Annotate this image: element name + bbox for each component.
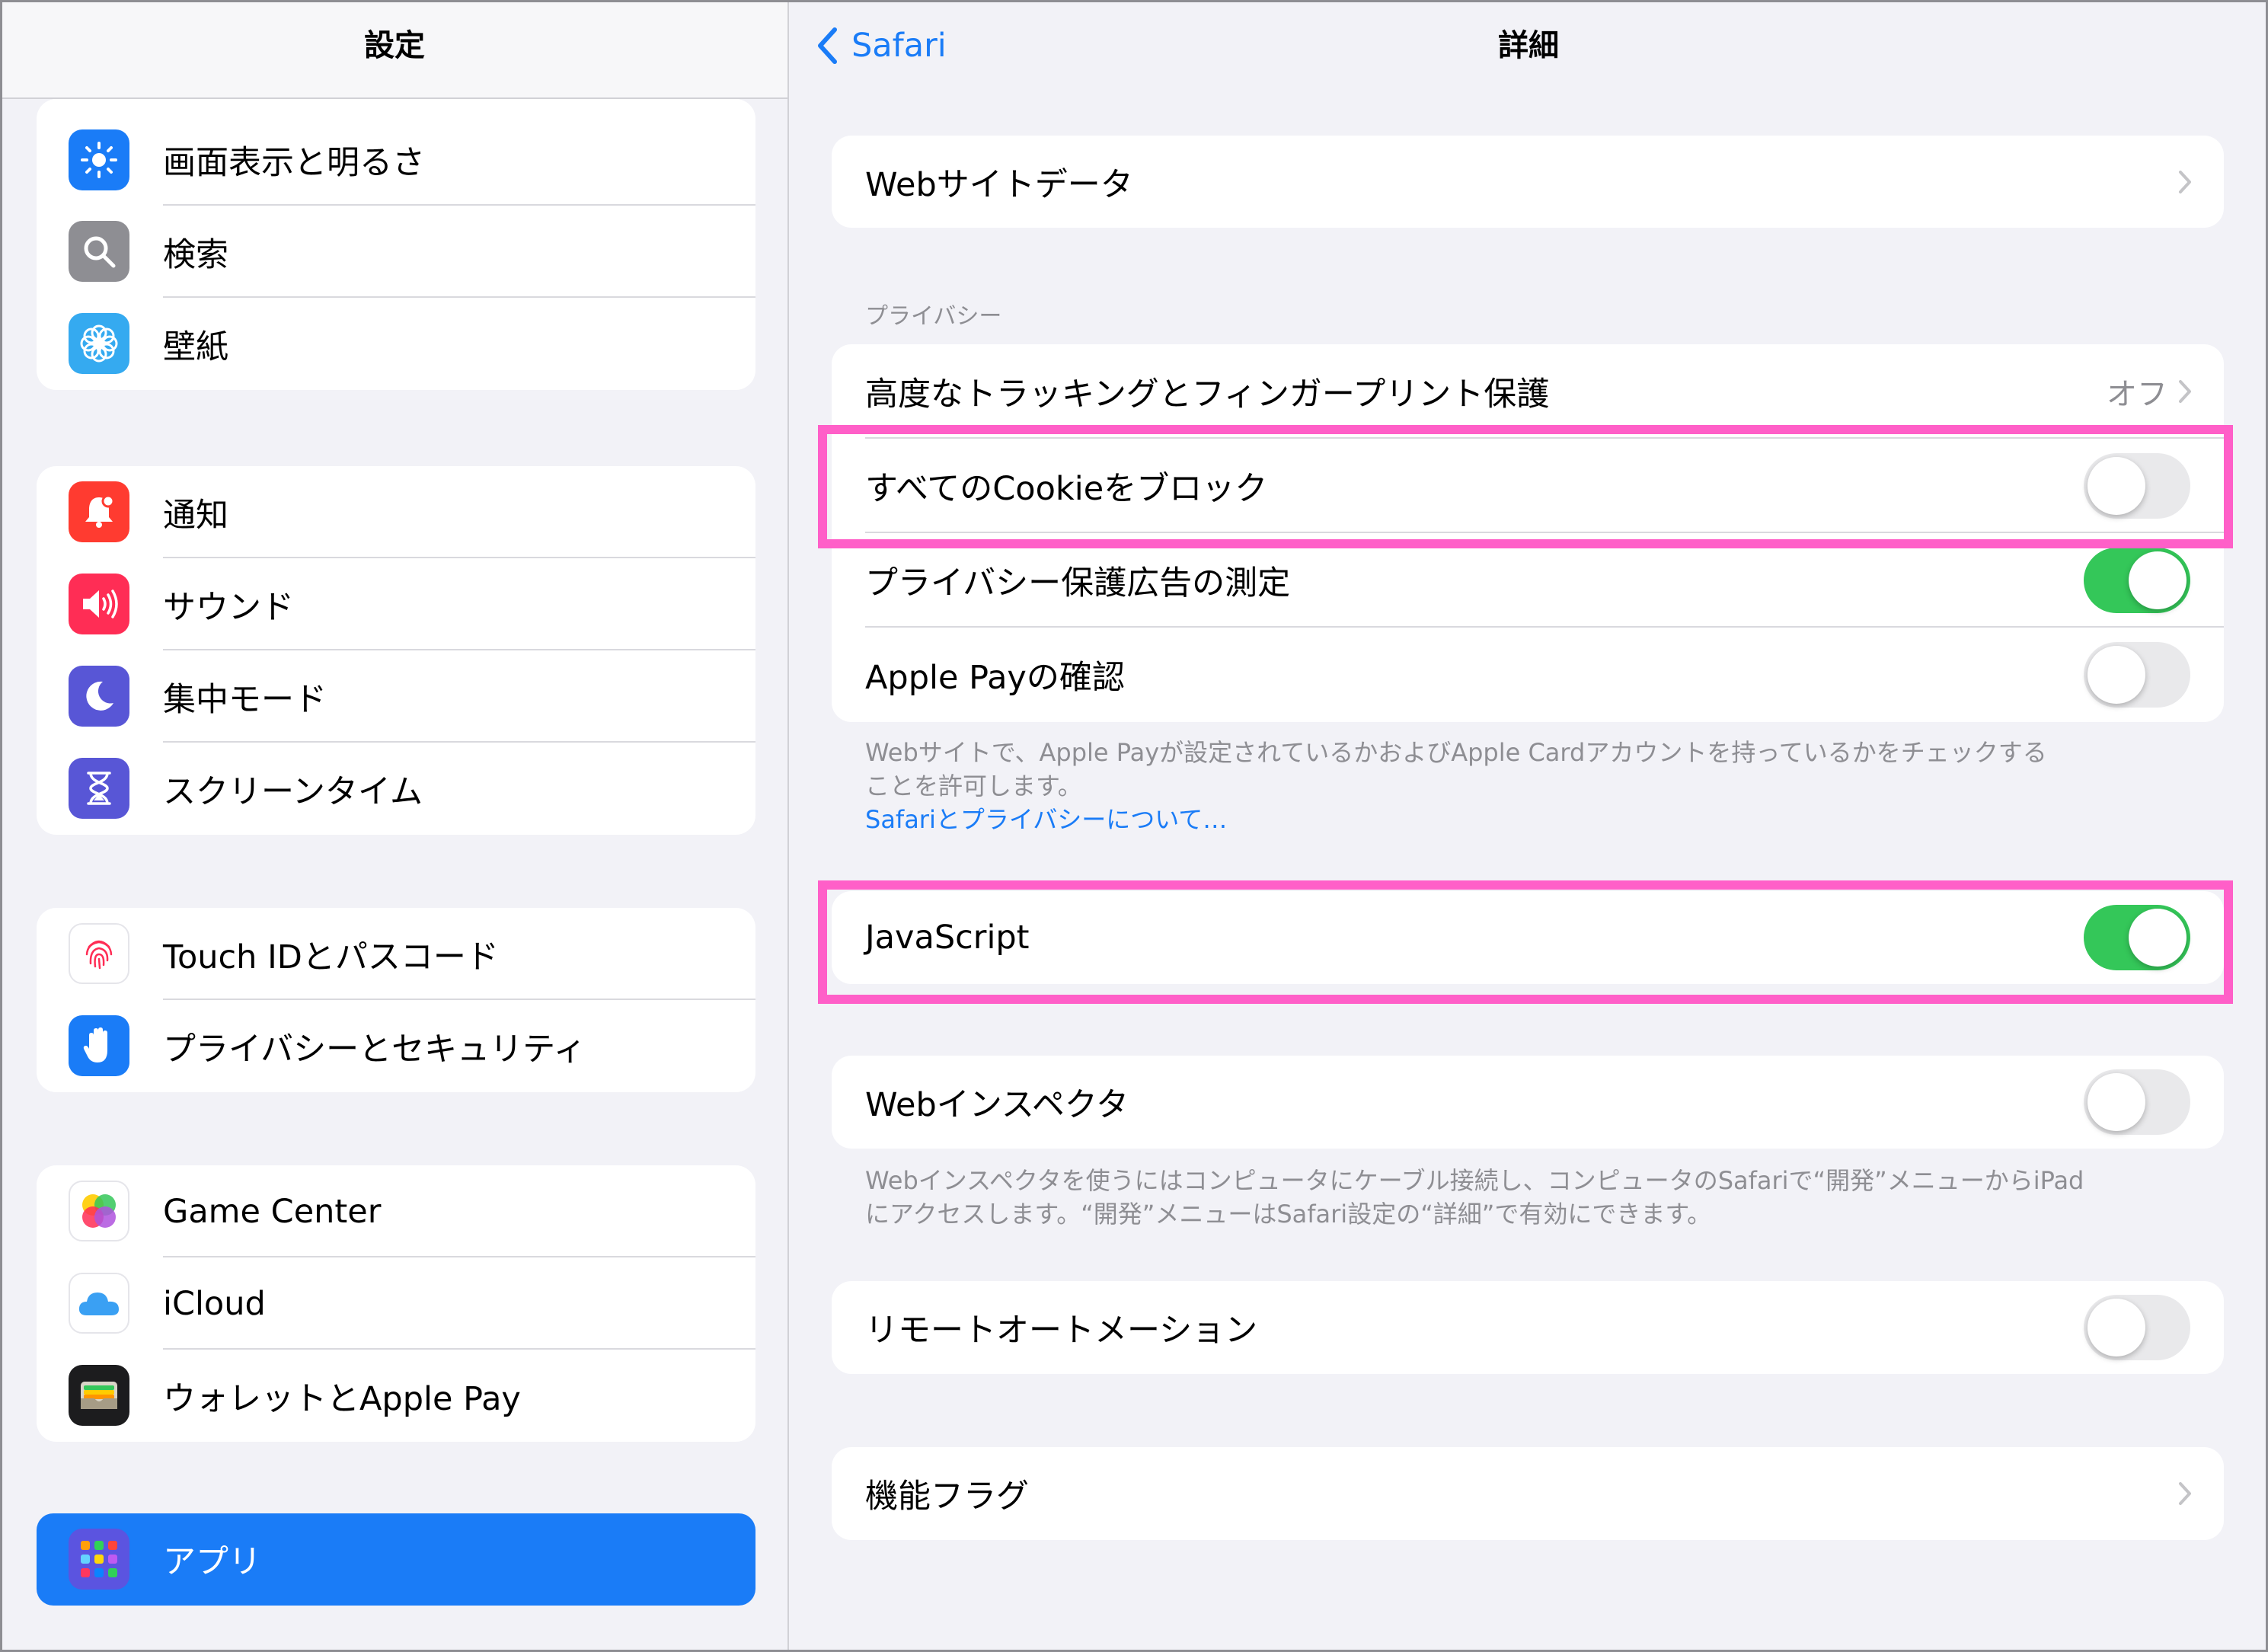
hourglass-icon: [69, 758, 129, 819]
navigation-bar: Safari 詳細: [789, 0, 2268, 99]
sidebar-item-label: サウンド: [163, 588, 294, 627]
inspector-footer-line-2: にアクセスします。“開発”メニューはSafari設定の“詳細”で有効にできます。: [865, 1200, 1712, 1229]
sidebar-group-notifications: 通知 サウンド 集中モード スクリーンタイム: [37, 466, 755, 835]
sidebar-group-accounts: Game Center iCloud ウォレットとApple Pay: [37, 1165, 755, 1442]
ad-measurement-row: プライバシー保護広告の測定: [832, 533, 2224, 628]
sidebar-item-game-center[interactable]: Game Center: [37, 1165, 755, 1257]
apple-pay-check-toggle[interactable]: [2084, 642, 2190, 708]
website-data-label: Webサイトデータ: [865, 165, 1133, 204]
toggle-knob: [2129, 551, 2187, 609]
web-inspector-toggle[interactable]: [2084, 1069, 2190, 1135]
web-inspector-label: Webインスペクタ: [865, 1086, 1129, 1124]
chevron-right-icon: [2179, 170, 2191, 193]
ad-measurement-label: プライバシー保護広告の測定: [865, 564, 1291, 602]
remote-automation-toggle[interactable]: [2084, 1295, 2190, 1360]
toggle-knob: [2088, 646, 2145, 704]
fingerprint-icon: [69, 923, 129, 984]
sidebar-header: 設定: [0, 0, 787, 99]
sidebar-item-label: 画面表示と明るさ: [163, 144, 425, 182]
sidebar-title: 設定: [364, 28, 425, 63]
sidebar-item-label: プライバシーとセキュリティ: [163, 1030, 586, 1069]
sidebar-item-label: スクリーンタイム: [163, 772, 423, 811]
block-cookies-label: すべてのCookieをブロック: [865, 470, 1268, 508]
sidebar-item-focus[interactable]: 集中モード: [37, 650, 755, 743]
apps-grid-icon: [69, 1529, 129, 1590]
settings-sidebar: 設定 画面表示と明るさ 検索 壁紙 通知 サウンド 集中モード スクリーンタイム…: [0, 0, 789, 1652]
sidebar-item-label: アプリ: [163, 1543, 261, 1581]
website-data-card: Webサイトデータ: [832, 136, 2224, 228]
tracking-protection-row[interactable]: 高度なトラッキングとフィンガープリント保護 オフ: [832, 344, 2224, 439]
block-cookies-row: すべてのCookieをブロック: [832, 439, 2224, 533]
search-icon: [69, 221, 129, 282]
page-title: 詳細: [1498, 28, 1559, 63]
chevron-right-icon: [2179, 1482, 2191, 1505]
toggle-knob: [2088, 1073, 2145, 1131]
toggle-knob: [2088, 457, 2145, 515]
toggle-knob: [2129, 909, 2187, 967]
speaker-icon: [69, 574, 129, 634]
tracking-protection-label: 高度なトラッキングとフィンガープリント保護: [865, 375, 1550, 414]
sidebar-group-security: Touch IDとパスコード プライバシーとセキュリティ: [37, 908, 755, 1092]
privacy-card: 高度なトラッキングとフィンガープリント保護 オフ すべてのCookieをブロック…: [832, 344, 2224, 722]
sidebar-item-label: Touch IDとパスコード: [163, 938, 499, 976]
hand-icon: [69, 1015, 129, 1076]
sidebar-item-notifications[interactable]: 通知: [37, 466, 755, 558]
privacy-section-header: プライバシー: [865, 303, 1002, 330]
javascript-row: JavaScript: [832, 891, 2224, 984]
tracking-protection-value: オフ: [2107, 377, 2167, 412]
javascript-toggle[interactable]: [2084, 905, 2190, 970]
sidebar-item-sounds[interactable]: サウンド: [37, 558, 755, 650]
flower-icon: [69, 313, 129, 374]
sidebar-item-label: 壁紙: [163, 328, 228, 366]
privacy-footer-line-2: ことを許可します。: [865, 772, 1082, 800]
bell-icon: [69, 481, 129, 542]
inspector-footer: Webインスペクタを使うにはコンピュータにケーブル接続し、コンピュータのSafa…: [865, 1164, 2251, 1231]
sidebar-item-label: 検索: [163, 235, 228, 274]
feature-flags-card: 機能フラグ: [832, 1447, 2224, 1540]
privacy-footer: Webサイトで、Apple Payが設定されているかおよびApple Cardア…: [865, 736, 2160, 836]
feature-flags-row[interactable]: 機能フラグ: [832, 1447, 2224, 1540]
block-cookies-toggle[interactable]: [2084, 453, 2190, 519]
sidebar-item-search[interactable]: 検索: [37, 206, 755, 298]
sidebar-item-apps[interactable]: アプリ: [37, 1513, 755, 1606]
sidebar-item-privacy[interactable]: プライバシーとセキュリティ: [37, 1000, 755, 1092]
privacy-footer-line-1: Webサイトで、Apple Payが設定されているかおよびApple Cardア…: [865, 738, 2047, 767]
sidebar-item-label: 通知: [163, 496, 228, 535]
sidebar-item-icloud[interactable]: iCloud: [37, 1257, 755, 1350]
sidebar-item-screen-time[interactable]: スクリーンタイム: [37, 743, 755, 835]
wallet-icon: [69, 1365, 129, 1426]
game-center-icon: [69, 1181, 129, 1241]
safari-privacy-link[interactable]: Safariとプライバシーについて…: [865, 803, 2160, 836]
web-inspector-card: Webインスペクタ: [832, 1056, 2224, 1149]
sidebar-item-touch-id[interactable]: Touch IDとパスコード: [37, 908, 755, 1000]
sidebar-item-label: ウォレットとApple Pay: [163, 1379, 521, 1418]
sidebar-group-display: 画面表示と明るさ 検索 壁紙: [37, 99, 755, 390]
web-inspector-row: Webインスペクタ: [832, 1056, 2224, 1149]
sidebar-item-wallpaper[interactable]: 壁紙: [37, 298, 755, 390]
cloud-icon: [69, 1273, 129, 1334]
website-data-row[interactable]: Webサイトデータ: [832, 136, 2224, 228]
ad-measurement-toggle[interactable]: [2084, 548, 2190, 613]
toggle-knob: [2088, 1299, 2145, 1356]
apple-pay-check-row: Apple Payの確認: [832, 628, 2224, 722]
sidebar-item-label: Game Center: [163, 1192, 382, 1231]
sidebar-item-wallet[interactable]: ウォレットとApple Pay: [37, 1350, 755, 1442]
remote-automation-row: リモートオートメーション: [832, 1281, 2224, 1374]
remote-automation-card: リモートオートメーション: [832, 1281, 2224, 1374]
feature-flags-label: 機能フラグ: [865, 1478, 1029, 1516]
chevron-right-icon: [2179, 380, 2191, 403]
javascript-card: JavaScript: [832, 891, 2224, 984]
apple-pay-check-label: Apple Payの確認: [865, 659, 1125, 697]
moon-icon: [69, 666, 129, 727]
remote-automation-label: リモートオートメーション: [865, 1312, 1258, 1350]
sidebar-item-display[interactable]: 画面表示と明るさ: [37, 99, 755, 206]
inspector-footer-line-1: Webインスペクタを使うにはコンピュータにケーブル接続し、コンピュータのSafa…: [865, 1166, 2084, 1195]
sidebar-item-label: iCloud: [163, 1284, 266, 1323]
sidebar-item-label: 集中モード: [163, 680, 327, 719]
detail-pane: Safari 詳細 Webサイトデータ プライバシー 高度なトラッキングとフィン…: [789, 0, 2268, 1652]
javascript-label: JavaScript: [865, 919, 1030, 957]
sun-icon: [69, 129, 129, 190]
